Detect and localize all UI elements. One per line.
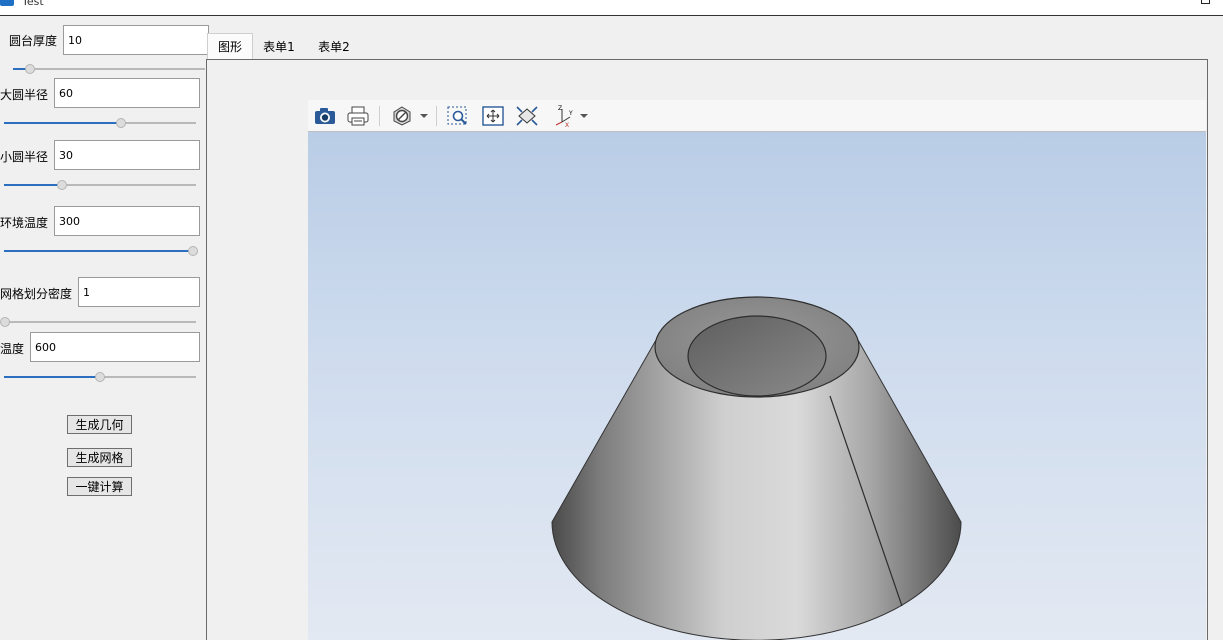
tab-label: 表单2 (318, 39, 350, 54)
large-radius-input[interactable] (54, 78, 200, 108)
svg-text:Z: Z (558, 105, 562, 112)
param-label-small-radius: 小圆半径 (0, 150, 49, 164)
display-mode-icon[interactable] (389, 104, 415, 128)
chevron-down-icon[interactable] (580, 114, 588, 118)
mesh-density-input[interactable] (78, 277, 200, 307)
slider-handle[interactable] (0, 317, 10, 327)
param-label-mesh-density: 网格划分密度 (0, 287, 73, 301)
tab-label: 图形 (217, 40, 242, 54)
print-icon[interactable] (345, 104, 371, 128)
panel-divider (206, 59, 207, 640)
truncated-cone-model (551, 296, 962, 640)
tab-pane-border (206, 59, 1208, 60)
slider-handle[interactable] (56, 180, 67, 190)
toolbar-separator (436, 106, 437, 126)
large-radius-slider[interactable] (4, 117, 196, 129)
slider-fill (4, 376, 100, 378)
param-label-thickness: 圆台厚度 (9, 34, 58, 48)
tab-form1[interactable]: 表单1 (256, 33, 302, 59)
generate-mesh-button[interactable]: 生成网格 (67, 448, 132, 467)
axes-view-icon[interactable]: ZYX (550, 104, 576, 128)
svg-text:Y: Y (568, 110, 573, 117)
ambient-temperature-slider[interactable] (4, 245, 198, 257)
camera-icon[interactable] (312, 104, 338, 128)
3d-viewer: ZYX (308, 100, 1206, 640)
temperature-slider[interactable] (4, 371, 196, 383)
slider-fill (4, 250, 193, 252)
tab-pane-border-right (1207, 59, 1208, 640)
mesh-density-slider[interactable] (0, 316, 196, 328)
param-label-large-radius: 大圆半径 (0, 88, 49, 102)
viewport-canvas[interactable] (308, 132, 1206, 640)
slider-fill (4, 122, 122, 124)
slider-handle[interactable] (95, 372, 105, 382)
zoom-box-icon[interactable] (445, 104, 471, 128)
title-bar: Test (0, 0, 1223, 16)
maximize-icon[interactable] (1201, 0, 1210, 4)
tab-graphics[interactable]: 图形 (207, 33, 253, 59)
chevron-down-icon[interactable] (420, 114, 428, 118)
app-icon (0, 0, 14, 6)
small-radius-slider[interactable] (4, 179, 196, 191)
window-title: Test (22, 0, 44, 8)
thickness-slider[interactable] (13, 63, 205, 75)
tab-label: 表单1 (263, 39, 295, 54)
slider-handle[interactable] (25, 64, 36, 74)
viewer-toolbar: ZYX (308, 100, 1206, 132)
slider-fill (4, 184, 62, 186)
toolbar-separator (379, 106, 380, 126)
param-label-ambient-temperature: 环境温度 (0, 216, 49, 230)
compute-button[interactable]: 一键计算 (67, 477, 132, 496)
thickness-input[interactable] (63, 25, 209, 55)
svg-text:X: X (565, 122, 569, 128)
iso-view-icon[interactable] (514, 104, 540, 128)
param-label-temperature: 温度 (0, 342, 25, 356)
fit-all-icon[interactable] (480, 104, 506, 128)
slider-handle[interactable] (188, 246, 198, 256)
temperature-input[interactable] (30, 332, 200, 362)
generate-geometry-button[interactable]: 生成几何 (67, 415, 132, 434)
slider-handle[interactable] (116, 118, 127, 128)
small-radius-input[interactable] (54, 140, 200, 170)
ambient-temperature-input[interactable] (54, 206, 200, 236)
tab-form2[interactable]: 表单2 (310, 33, 358, 59)
